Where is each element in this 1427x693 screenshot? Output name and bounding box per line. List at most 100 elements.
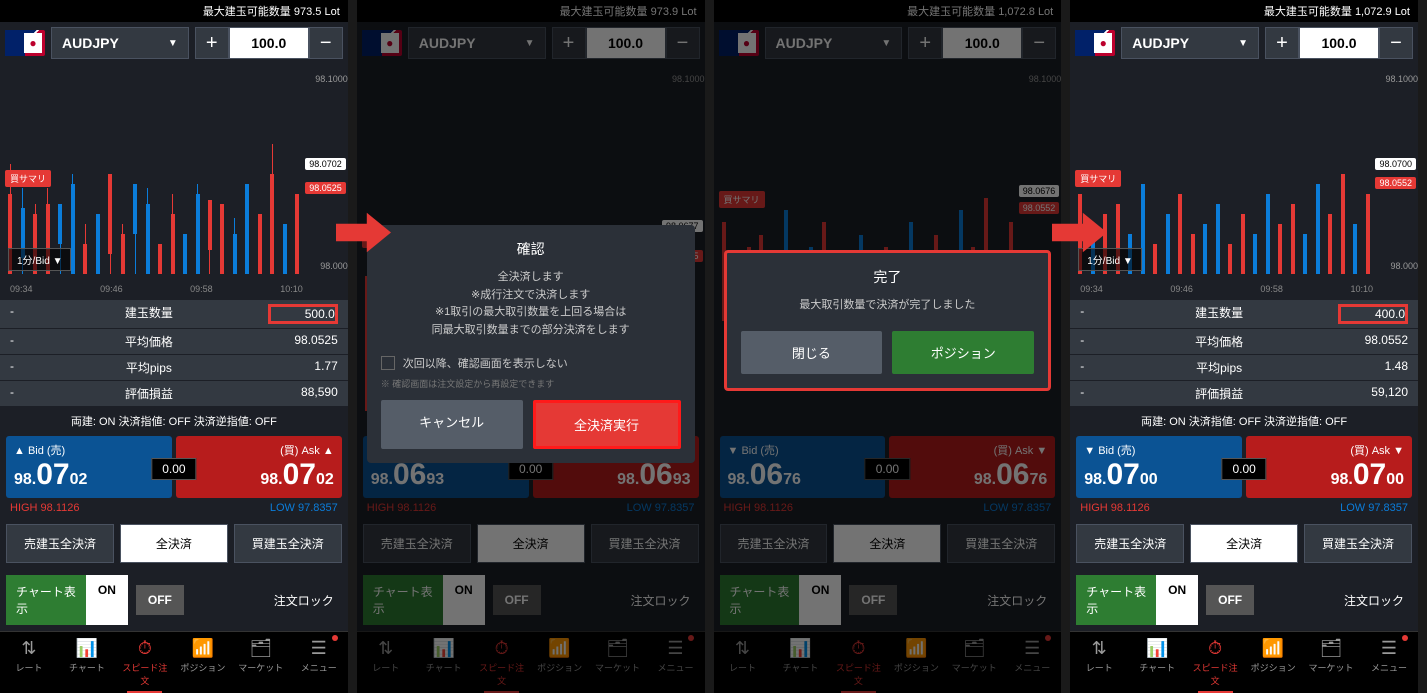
nav-position[interactable]: 📶ポジション <box>174 632 232 693</box>
nav-chart[interactable]: 📊チャート <box>771 632 829 693</box>
qty-input[interactable] <box>942 27 1022 59</box>
close-sell-button[interactable]: 売建玉全決済 <box>6 524 114 563</box>
axis-label: 98.000 <box>320 261 348 271</box>
status-row: 両建: ON 決済指値: OFF 決済逆指値: OFF <box>0 406 348 436</box>
nav-position[interactable]: 📶ポジション <box>531 632 589 693</box>
close-sell-button[interactable]: 売建玉全決済 <box>363 524 471 563</box>
nav-rate[interactable]: ⇅レート <box>357 632 415 693</box>
qty-plus-button[interactable]: + <box>195 27 229 59</box>
qty-input[interactable] <box>586 27 666 59</box>
confirm-modal: 確認 全決済します ※成行注文で決済します ※1取引の最大取引数量を上回る場合は… <box>367 225 695 463</box>
info-row-pl: -評価損益59,120 <box>1070 380 1418 406</box>
nav-chart[interactable]: 📊チャート <box>58 632 116 693</box>
info-row-pl: -評価損益88,590 <box>0 380 348 406</box>
nav-chart[interactable]: 📊チャート <box>1128 632 1186 693</box>
chart-area[interactable]: 98.1000 98.0702 98.0525 買サマリ 98.000 <box>0 64 348 299</box>
info-row-avg-pips: -平均pips1.48 <box>1070 354 1418 380</box>
info-row-avg-pips: -平均pips1.77 <box>0 354 348 380</box>
close-sell-button[interactable]: 売建玉全決済 <box>720 524 828 563</box>
currency-flags-icon <box>719 30 759 56</box>
checkbox-icon[interactable] <box>381 356 395 370</box>
close-sell-button[interactable]: 売建玉全決済 <box>1076 524 1184 563</box>
qty-plus-button[interactable]: + <box>1265 27 1299 59</box>
execute-button[interactable]: 全決済実行 <box>533 400 681 449</box>
close-button[interactable]: 閉じる <box>741 331 883 374</box>
cancel-button[interactable]: キャンセル <box>381 400 523 449</box>
nav-rate[interactable]: ⇅レート <box>714 632 772 693</box>
bid-panel[interactable]: ▼ Bid (売)98.0700 <box>1076 436 1242 498</box>
nav-menu[interactable]: ☰メニュー <box>1003 632 1061 693</box>
close-buy-button[interactable]: 買建玉全決済 <box>947 524 1055 563</box>
nav-speed-order[interactable]: ⏱スピード注文 <box>116 632 174 693</box>
spread-value: 0.00 <box>151 458 196 480</box>
order-lock-toggle[interactable]: OFF <box>1206 585 1328 615</box>
screen-4: 最大建玉可能数量 1,072.9 Lot AUDJPY▼+ − 98.1000 9… <box>1070 0 1418 693</box>
close-buy-button[interactable]: 買建玉全決済 <box>1304 524 1412 563</box>
close-buy-button[interactable]: 買建玉全決済 <box>234 524 342 563</box>
qty-minus-button[interactable]: − <box>666 27 700 59</box>
x-axis-labels: 09:3409:4609:5810:10 <box>10 284 303 294</box>
ask-panel[interactable]: (買) Ask ▼98.0700 <box>1246 436 1412 498</box>
rate-icon: ⇅ <box>2 638 56 659</box>
qty-plus-button[interactable]: + <box>908 27 942 59</box>
close-buy-button[interactable]: 買建玉全決済 <box>591 524 699 563</box>
qty-minus-button[interactable]: − <box>309 27 343 59</box>
bid-panel[interactable]: ▲ Bid (売) 98.0702 <box>6 436 172 498</box>
nav-speed-order[interactable]: ⏱スピード注文 <box>1186 632 1244 693</box>
nav-speed-order[interactable]: ⏱スピード注文 <box>473 632 531 693</box>
nav-rate[interactable]: ⇅レート <box>1070 632 1128 693</box>
position-icon: 📶 <box>176 638 230 659</box>
arrow-icon <box>1052 210 1107 255</box>
timeframe-select[interactable]: 1分/Bid ▼ <box>8 248 71 271</box>
header-row: AUDJPY▼ + − <box>0 22 348 64</box>
nav-position[interactable]: 📶ポジション <box>1244 632 1302 693</box>
ask-panel[interactable]: (買) Ask ▲ 98.0702 <box>176 436 342 498</box>
max-lot-bar: 最大建玉可能数量 973.9 Lot <box>357 0 705 22</box>
pair-select[interactable]: AUDJPY▼ <box>51 27 189 59</box>
nav-speed-order[interactable]: ⏱スピード注文 <box>829 632 887 693</box>
nav-market[interactable]: 🗂マーケット <box>1302 632 1360 693</box>
nav-chart[interactable]: 📊チャート <box>415 632 473 693</box>
qty-input[interactable] <box>229 27 309 59</box>
bid-panel[interactable]: ▼ Bid (売)98.0676 <box>720 436 886 498</box>
pair-select[interactable]: AUDJPY▼ <box>408 27 546 59</box>
order-lock-toggle[interactable]: OFF <box>136 585 258 615</box>
nav-market[interactable]: 🗂マーケット <box>589 632 647 693</box>
nav-market[interactable]: 🗂マーケット <box>945 632 1003 693</box>
max-lot-bar: 最大建玉可能数量 1,072.9 Lot <box>1070 0 1418 22</box>
qty-minus-button[interactable]: − <box>1379 27 1413 59</box>
chart-display-toggle[interactable]: チャート表示ON <box>6 575 128 625</box>
currency-flags-icon <box>362 30 402 56</box>
chart-display-toggle[interactable]: チャート表示ON <box>1076 575 1198 625</box>
close-all-button[interactable]: 全決済 <box>833 524 941 563</box>
nav-position[interactable]: 📶ポジション <box>887 632 945 693</box>
pair-select[interactable]: AUDJPY▼ <box>1121 27 1259 59</box>
close-all-button[interactable]: 全決済 <box>120 524 228 563</box>
position-button[interactable]: ポジション <box>892 331 1034 374</box>
modal-body: 最大取引数量で決済が完了しました <box>741 297 1035 315</box>
price-panels: ▲ Bid (売) 98.0702 0.00 (買) Ask ▲ 98.0702 <box>0 436 348 498</box>
nav-menu[interactable]: ☰メニュー <box>1360 632 1418 693</box>
chevron-down-icon: ▼ <box>168 38 178 49</box>
qty-plus-button[interactable]: + <box>552 27 586 59</box>
chart-icon: 📊 <box>60 638 114 659</box>
price-tag-position: 98.0525 <box>305 182 346 194</box>
close-all-button[interactable]: 全決済 <box>477 524 585 563</box>
nav-rate[interactable]: ⇅レート <box>0 632 58 693</box>
nav-market[interactable]: 🗂マーケット <box>232 632 290 693</box>
speed-icon: ⏱ <box>118 638 172 659</box>
pair-select[interactable]: AUDJPY▼ <box>765 27 903 59</box>
ask-panel[interactable]: (買) Ask ▼98.0676 <box>889 436 1055 498</box>
candlesticks <box>5 74 303 274</box>
nav-menu[interactable]: ☰メニュー <box>647 632 705 693</box>
chart-area[interactable]: 98.1000 98.0700 98.0552 買サマリ 98.000 1分/B… <box>1070 64 1418 299</box>
dont-show-checkbox[interactable]: 次回以降、確認画面を表示しない <box>381 355 681 371</box>
nav-menu[interactable]: ☰メニュー <box>290 632 348 693</box>
close-all-button[interactable]: 全決済 <box>1190 524 1298 563</box>
screen-1: 最大建玉可能数量 973.5 Lot AUDJPY▼ + − 98.1000 9… <box>0 0 348 693</box>
qty-minus-button[interactable]: − <box>1022 27 1056 59</box>
info-row-avg-price: -平均価格98.0525 <box>0 328 348 354</box>
axis-label: 98.1000 <box>315 74 348 84</box>
qty-group: + − <box>195 27 343 59</box>
qty-input[interactable] <box>1299 27 1379 59</box>
